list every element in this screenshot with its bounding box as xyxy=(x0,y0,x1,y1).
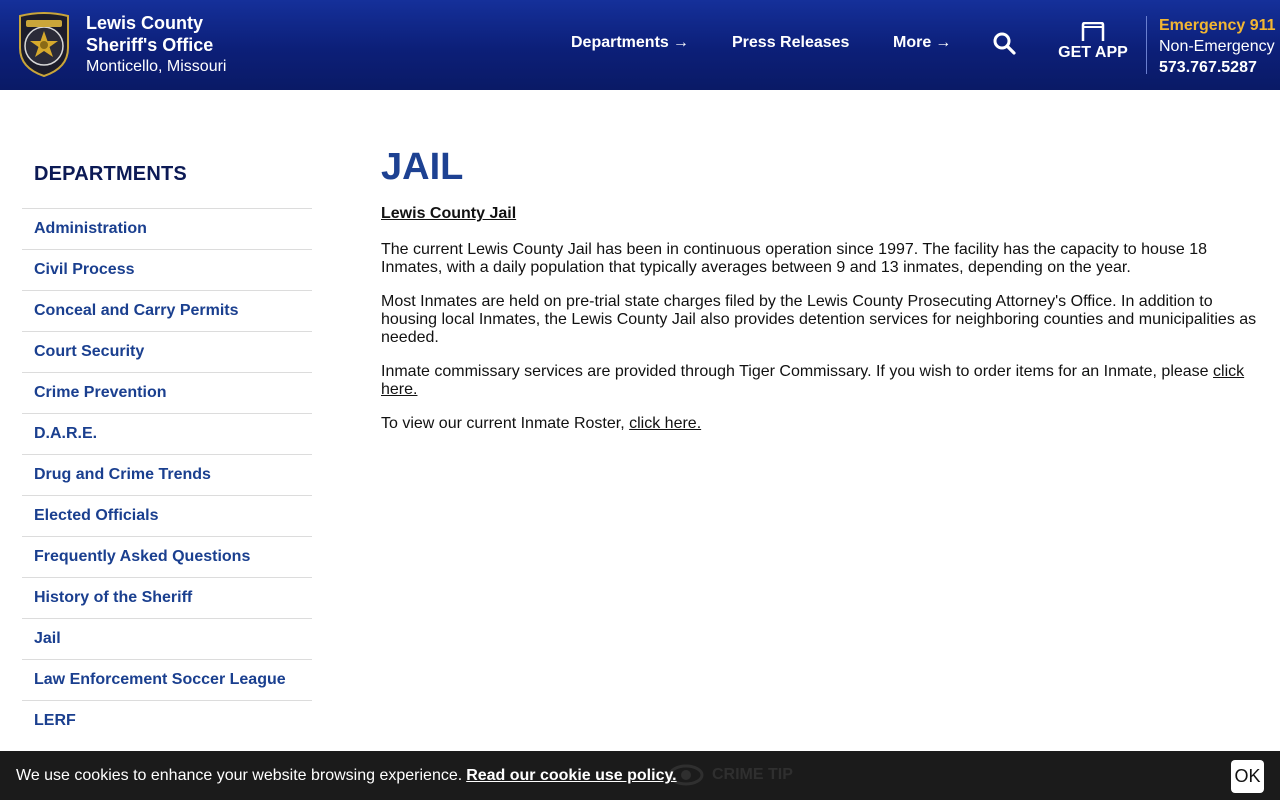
paragraph-roster: To view our current Inmate Roster, click… xyxy=(381,415,1261,433)
sidebar-item-administration[interactable]: Administration xyxy=(34,220,147,238)
sidebar-item: Jail xyxy=(22,618,312,659)
main-content: JAIL Lewis County Jail The current Lewis… xyxy=(381,145,1261,433)
arrow-right-icon: → xyxy=(672,34,689,51)
sidebar-item-court-security[interactable]: Court Security xyxy=(34,343,144,361)
sidebar-item: LERF xyxy=(22,700,312,741)
sidebar-item-jail[interactable]: Jail xyxy=(34,630,61,648)
sidebar-item-faq[interactable]: Frequently Asked Questions xyxy=(34,548,250,566)
sidebar-item: Frequently Asked Questions xyxy=(22,536,312,577)
phone-icon xyxy=(1081,22,1105,41)
commissary-text: Inmate commissary services are provided … xyxy=(381,363,1214,380)
header-divider xyxy=(1146,16,1147,74)
sidebar-item-elected-officials[interactable]: Elected Officials xyxy=(34,507,159,525)
emergency-number[interactable]: Emergency 911 xyxy=(1159,15,1276,36)
non-emergency-phone[interactable]: 573.767.5287 xyxy=(1159,57,1276,78)
sidebar-item: History of the Sheriff xyxy=(22,577,312,618)
paragraph-inmates: Most Inmates are held on pre-trial state… xyxy=(381,293,1257,346)
sidebar-nav: Administration Civil Process Conceal and… xyxy=(22,208,312,741)
nav-press-label: Press Releases xyxy=(732,34,850,51)
cookie-banner: CRIME TIP We use cookies to enhance your… xyxy=(0,751,1280,800)
paragraph-capacity: The current Lewis County Jail has been i… xyxy=(381,241,1207,276)
search-icon[interactable] xyxy=(992,31,1016,55)
roster-text: To view our current Inmate Roster, xyxy=(381,415,630,432)
site-location: Monticello, Missouri xyxy=(86,58,227,75)
sidebar-item-dare[interactable]: D.A.R.E. xyxy=(34,425,97,443)
sidebar-item: Civil Process xyxy=(22,249,312,290)
nav-more-label: More xyxy=(893,34,932,51)
cookie-ok-button[interactable]: OK xyxy=(1231,760,1264,793)
sidebar-item: Law Enforcement Soccer League xyxy=(22,659,312,700)
nav-departments-label: Departments xyxy=(571,34,669,51)
sidebar-item-drug-crime-trends[interactable]: Drug and Crime Trends xyxy=(34,466,211,484)
nav-more[interactable]: More → xyxy=(893,34,951,52)
sidebar-title: DEPARTMENTS xyxy=(34,163,187,185)
section-title: Lewis County Jail xyxy=(381,205,517,222)
sidebar-item: Court Security xyxy=(22,331,312,372)
contact-info: Emergency 911 Non-Emergency 573.767.5287 xyxy=(1159,15,1276,78)
site-name[interactable]: Lewis County Sheriff's Office Monticello… xyxy=(86,12,226,78)
inmate-roster-link[interactable]: click here. xyxy=(629,415,701,432)
cookie-message: We use cookies to enhance your website b… xyxy=(16,767,677,785)
sidebar-item: D.A.R.E. xyxy=(22,413,312,454)
site-header: Lewis County Sheriff's Office Monticello… xyxy=(0,0,1280,90)
crime-tip-label: CRIME TIP xyxy=(712,766,793,783)
site-name-line2: Sheriff's Office xyxy=(86,35,214,55)
sidebar-item-soccer-league[interactable]: Law Enforcement Soccer League xyxy=(34,671,286,689)
nav-departments[interactable]: Departments → xyxy=(571,34,689,52)
sidebar-item-conceal-carry[interactable]: Conceal and Carry Permits xyxy=(34,302,239,320)
cookie-policy-link[interactable]: Read our cookie use policy. xyxy=(466,767,676,784)
cookie-text: We use cookies to enhance your website b… xyxy=(16,767,463,784)
non-emergency-label: Non-Emergency xyxy=(1159,38,1275,55)
nav-press-releases[interactable]: Press Releases xyxy=(732,34,849,52)
sidebar-item-history[interactable]: History of the Sheriff xyxy=(34,589,192,607)
sidebar-item-lerf[interactable]: LERF xyxy=(34,712,76,730)
get-app-label: GET APP xyxy=(1058,44,1128,61)
sidebar-item: Conceal and Carry Permits xyxy=(22,290,312,331)
page-title: JAIL xyxy=(381,146,464,188)
sidebar-item: Drug and Crime Trends xyxy=(22,454,312,495)
sidebar-item-civil-process[interactable]: Civil Process xyxy=(34,261,135,279)
get-app-button[interactable]: GET APP xyxy=(1058,22,1128,62)
sidebar-item: Administration xyxy=(22,208,312,249)
sidebar-item: Elected Officials xyxy=(22,495,312,536)
site-name-line1: Lewis County xyxy=(86,13,204,33)
crime-tip-button[interactable]: CRIME TIP xyxy=(668,764,793,786)
sidebar-item-crime-prevention[interactable]: Crime Prevention xyxy=(34,384,166,402)
paragraph-commissary: Inmate commissary services are provided … xyxy=(381,363,1261,399)
arrow-right-icon: → xyxy=(935,34,952,51)
sheriff-badge-logo[interactable] xyxy=(16,12,72,78)
sidebar-item: Crime Prevention xyxy=(22,372,312,413)
